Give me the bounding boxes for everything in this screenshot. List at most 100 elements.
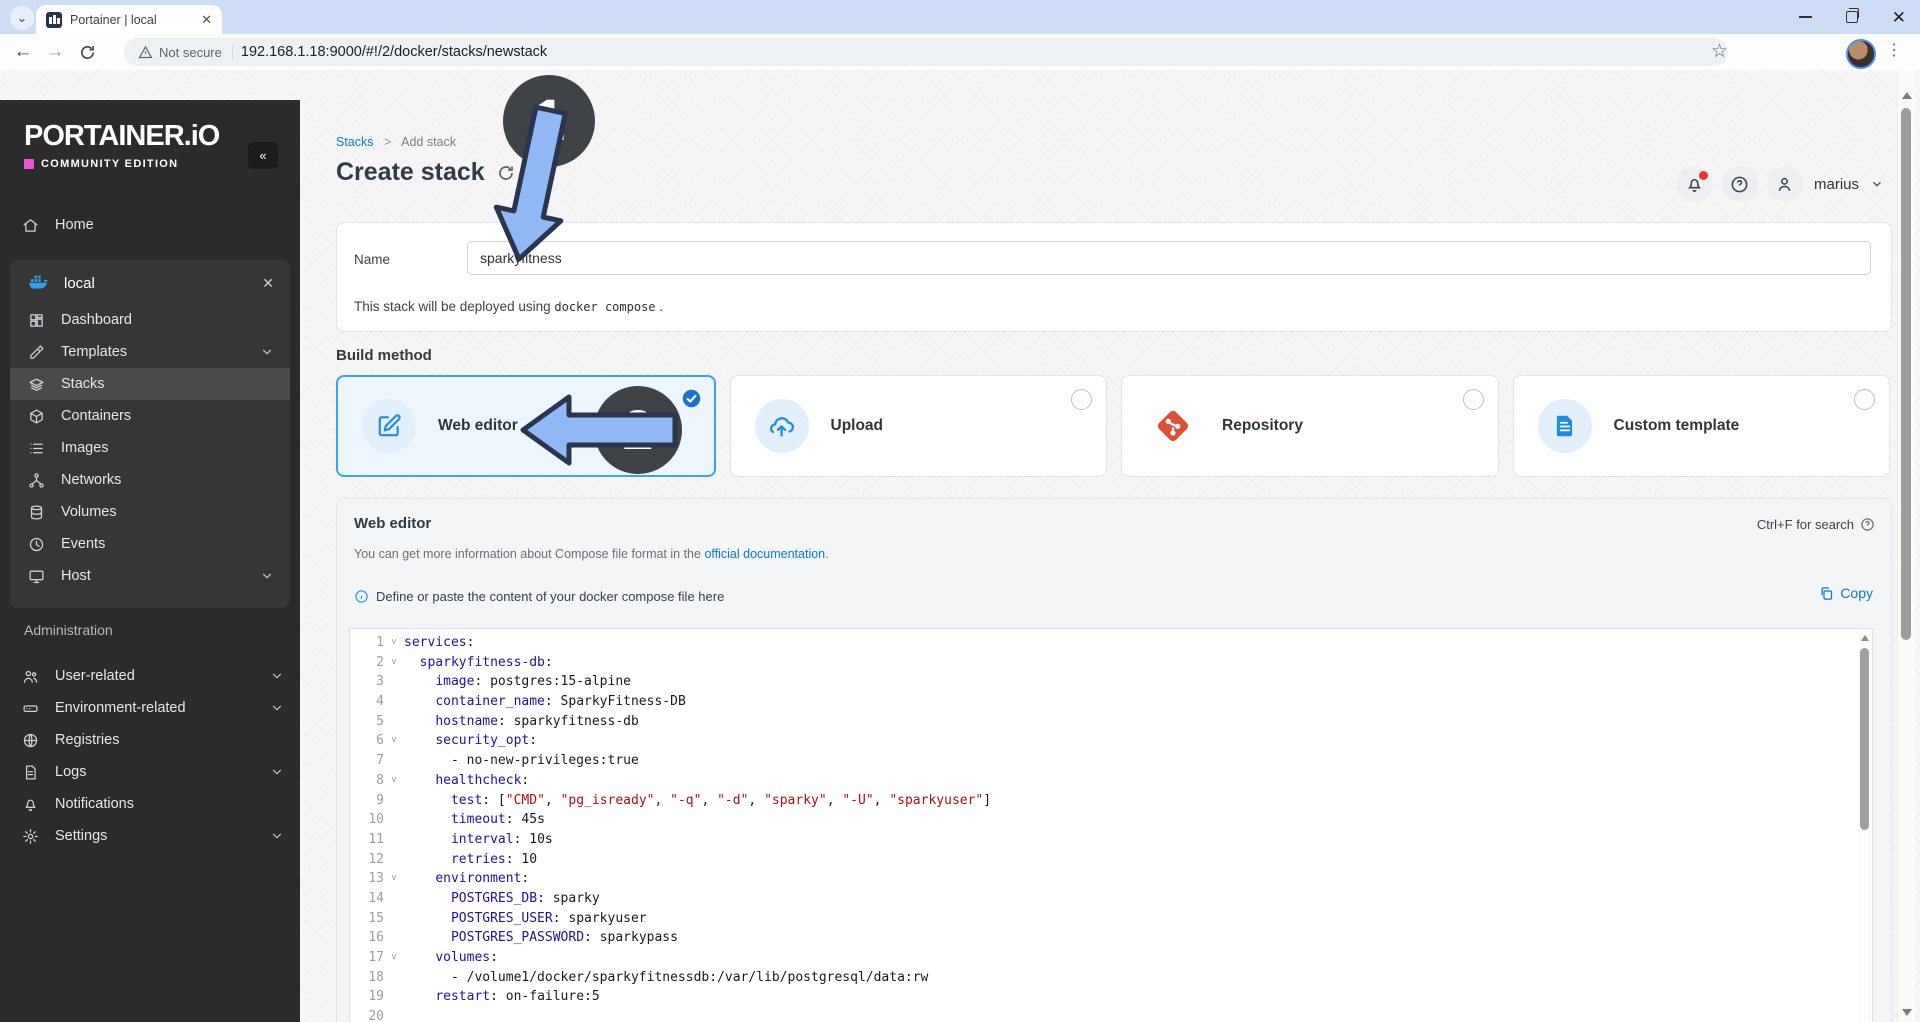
chevron-down-icon[interactable]: [270, 701, 284, 715]
sidebar-item-networks[interactable]: Networks: [10, 464, 290, 496]
bookmark-star-icon[interactable]: ☆: [1711, 40, 1728, 63]
environment-close-icon[interactable]: ✕: [262, 275, 274, 292]
radio-unselected[interactable]: [1071, 389, 1092, 410]
question-icon: [1860, 517, 1875, 532]
code-line-13[interactable]: 13v environment:: [350, 869, 1872, 889]
breadcrumb-stacks-link[interactable]: Stacks: [336, 135, 374, 149]
fold-toggle-icon[interactable]: v: [384, 653, 404, 673]
code-line-14[interactable]: 14 POSTGRES_DB: sparky: [350, 889, 1872, 909]
fold-gutter: [384, 791, 404, 811]
editor-scroll-up-arrow[interactable]: [1861, 635, 1869, 641]
back-button[interactable]: ←: [8, 37, 38, 67]
code-text: environment:: [404, 869, 529, 889]
help-button[interactable]: [1722, 166, 1758, 202]
chevron-down-icon[interactable]: [260, 569, 274, 583]
browser-profile-avatar[interactable]: [1846, 39, 1876, 69]
window-restore-button[interactable]: [1846, 11, 1858, 23]
code-line-5[interactable]: 5 hostname: sparkyfitness-db: [350, 712, 1872, 732]
code-line-12[interactable]: 12 retries: 10: [350, 850, 1872, 870]
user-chevron-down-icon[interactable]: [1870, 177, 1884, 191]
stack-name-input[interactable]: [467, 241, 1871, 275]
code-line-20[interactable]: 20: [350, 1007, 1872, 1022]
code-line-19[interactable]: 19 restart: on-failure:5: [350, 987, 1872, 1007]
forward-button[interactable]: →: [40, 37, 70, 67]
sidebar-item-events[interactable]: Events: [10, 528, 290, 560]
code-line-17[interactable]: 17v volumes:: [350, 948, 1872, 968]
sidebar-item-logs[interactable]: Logs: [0, 756, 300, 788]
scroll-up-arrow[interactable]: [1902, 92, 1912, 99]
line-number: 10: [350, 810, 384, 830]
copy-button[interactable]: Copy: [1819, 585, 1873, 601]
sidebar-item-host[interactable]: Host: [10, 560, 290, 592]
web-editor-title: Web editor: [354, 515, 431, 532]
sidebar-item-volumes[interactable]: Volumes: [10, 496, 290, 528]
page-scrollbar[interactable]: [1897, 70, 1915, 1022]
sidebar-item-user-related[interactable]: User-related: [0, 660, 300, 692]
sidebar-collapse-button[interactable]: «: [248, 142, 278, 169]
fold-toggle-icon[interactable]: v: [384, 771, 404, 791]
scroll-down-arrow[interactable]: [1902, 1009, 1912, 1016]
radio-unselected[interactable]: [1854, 389, 1875, 410]
url-bar[interactable]: Not secure 192.168.1.18:9000/#!/2/docker…: [124, 38, 1728, 66]
browser-tab[interactable]: Portainer | local ✕: [36, 5, 222, 34]
code-line-3[interactable]: 3 image: postgres:15-alpine: [350, 672, 1872, 692]
editor-scrollbar-thumb[interactable]: [1860, 648, 1869, 830]
window-close-button[interactable]: ✕: [1892, 9, 1906, 26]
window-minimize-button[interactable]: [1799, 16, 1812, 18]
code-line-6[interactable]: 6v security_opt:: [350, 731, 1872, 751]
code-line-11[interactable]: 11 interval: 10s: [350, 830, 1872, 850]
notifications-button[interactable]: [1677, 166, 1713, 202]
build-method-custom-template[interactable]: Custom template: [1513, 375, 1891, 477]
code-line-4[interactable]: 4 container_name: SparkyFitness-DB: [350, 692, 1872, 712]
fold-toggle-icon[interactable]: v: [384, 948, 404, 968]
chevron-down-icon[interactable]: [270, 765, 284, 779]
line-number: 13: [350, 869, 384, 889]
sidebar-item-stacks[interactable]: Stacks: [10, 368, 290, 400]
build-method-upload[interactable]: Upload: [730, 375, 1108, 477]
browser-menu-icon[interactable]: ⋮: [1886, 40, 1902, 60]
build-method-repository[interactable]: Repository: [1121, 375, 1499, 477]
sidebar: PORTAINER.iO COMMUNITY EDITION « Home lo…: [0, 100, 300, 1022]
code-line-10[interactable]: 10 timeout: 45s: [350, 810, 1872, 830]
fold-toggle-icon[interactable]: v: [384, 633, 404, 653]
environment-header[interactable]: local✕: [10, 262, 290, 304]
radio-unselected[interactable]: [1463, 389, 1484, 410]
code-line-1[interactable]: 1vservices:: [350, 633, 1872, 653]
code-line-18[interactable]: 18 - /volume1/docker/sparkyfitnessdb:/va…: [350, 968, 1872, 988]
sidebar-item-settings[interactable]: Settings: [0, 820, 300, 852]
compose-code-editor[interactable]: 1vservices:2v sparkyfitness-db:3 image: …: [349, 628, 1873, 1022]
sidebar-item-containers[interactable]: Containers: [10, 400, 290, 432]
sidebar-item-registries[interactable]: Registries: [0, 724, 300, 756]
fold-gutter: [384, 928, 404, 948]
code-line-15[interactable]: 15 POSTGRES_USER: sparkyuser: [350, 909, 1872, 929]
code-line-16[interactable]: 16 POSTGRES_PASSWORD: sparkypass: [350, 928, 1872, 948]
tab-close-icon[interactable]: ✕: [201, 12, 212, 28]
chevron-down-icon[interactable]: [260, 345, 274, 359]
tab-title: Portainer | local: [70, 13, 193, 27]
code-line-9[interactable]: 9 test: ["CMD", "pg_isready", "-q", "-d"…: [350, 791, 1872, 811]
code-line-8[interactable]: 8v healthcheck:: [350, 771, 1872, 791]
sidebar-item-images[interactable]: Images: [10, 432, 290, 464]
sidebar-item-notifications[interactable]: Notifications: [0, 788, 300, 820]
page-scrollbar-thumb[interactable]: [1901, 108, 1911, 640]
fold-toggle-icon[interactable]: v: [384, 869, 404, 889]
build-method-web-editor[interactable]: Web editor: [336, 375, 716, 477]
fold-toggle-icon[interactable]: v: [384, 731, 404, 751]
sidebar-item-templates[interactable]: Templates: [10, 336, 290, 368]
sidebar-item-environment-related[interactable]: Environment-related: [0, 692, 300, 724]
refresh-icon[interactable]: [497, 164, 515, 182]
reload-button[interactable]: [72, 37, 102, 67]
chevron-down-icon[interactable]: [270, 669, 284, 683]
not-secure-chip[interactable]: Not secure: [138, 45, 233, 60]
sidebar-item-dashboard[interactable]: Dashboard: [10, 304, 290, 336]
user-menu-button[interactable]: [1767, 166, 1803, 202]
code-line-7[interactable]: 7 - no-new-privileges:true: [350, 751, 1872, 771]
code-text: timeout: 45s: [404, 810, 545, 830]
fold-gutter: [384, 987, 404, 1007]
tab-search-button[interactable]: ⌄: [10, 6, 34, 30]
sidebar-item-home[interactable]: Home: [0, 207, 322, 243]
code-line-2[interactable]: 2v sparkyfitness-db:: [350, 653, 1872, 673]
chevron-down-icon[interactable]: [270, 829, 284, 843]
official-documentation-link[interactable]: official documentation: [704, 547, 825, 561]
editor-scrollbar[interactable]: [1858, 630, 1871, 1022]
